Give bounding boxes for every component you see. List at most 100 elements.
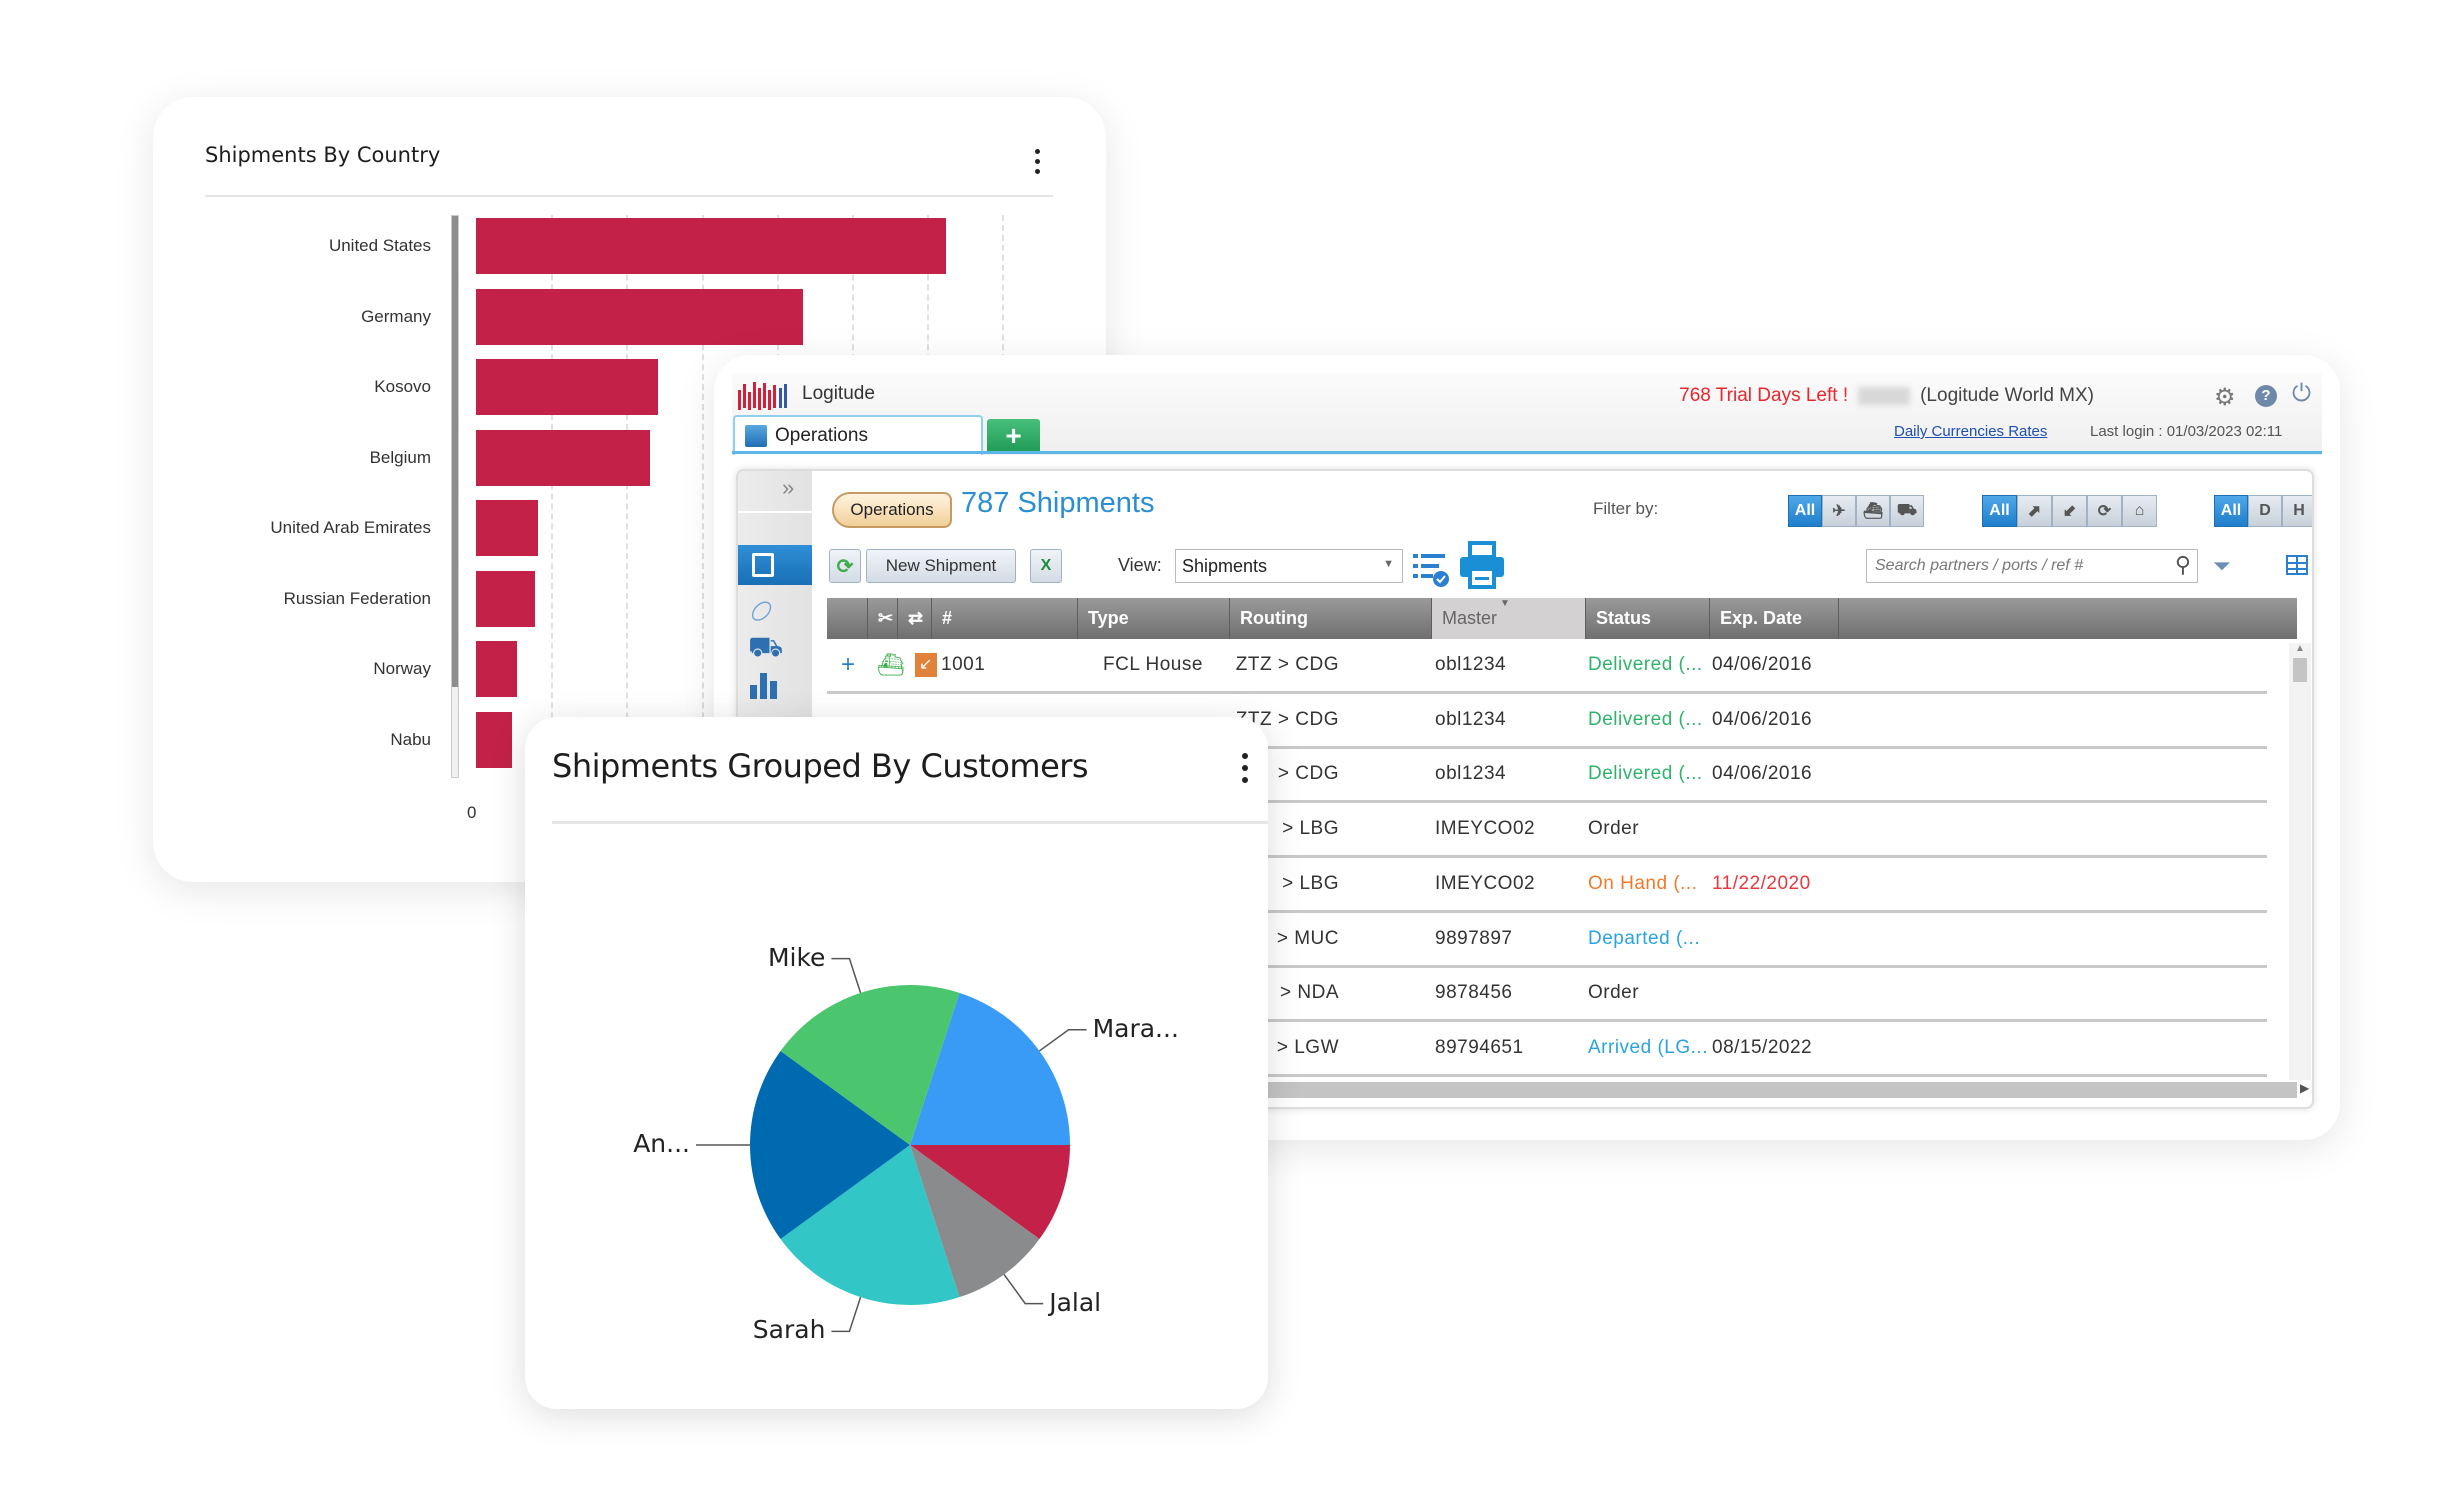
bar-category-label: Belgium xyxy=(369,447,431,467)
master-ref: 9878456 xyxy=(1435,982,1513,1004)
column-chooser-icon[interactable] xyxy=(1411,551,1451,589)
search-icon[interactable]: ⚲ xyxy=(2175,552,2191,578)
axis-scrollbar[interactable] xyxy=(451,215,459,778)
shipment-status: Departed (... xyxy=(1588,927,1701,949)
routing: ZTZ > CDG xyxy=(1235,654,1339,675)
pie-slice-label: An... xyxy=(633,1129,690,1158)
gear-icon[interactable]: ⚙ xyxy=(2214,383,2236,412)
trial-banner: 768 Trial Days Left ! (Logitude World MX… xyxy=(1679,385,2094,407)
bar[interactable] xyxy=(476,359,658,415)
company-name: (Logitude World MX) xyxy=(1920,385,2094,406)
bar-labels: United States Germany Kosovo Belgium United … xyxy=(153,97,431,882)
x-tick-label: 0 xyxy=(467,803,477,822)
transfer-column-icon[interactable]: ⇄ xyxy=(897,598,931,639)
column-header-master[interactable]: Master ▼ xyxy=(1431,598,1585,639)
ocean-filter-icon[interactable]: ⛴ xyxy=(1856,495,1890,527)
chevron-down-icon: ▼ xyxy=(1383,558,1394,570)
power-icon[interactable]: ⏻ xyxy=(2292,380,2311,408)
exp-date: 08/15/2022 xyxy=(1712,1036,1813,1058)
new-shipment-button[interactable]: New Shipment xyxy=(866,549,1016,583)
bar[interactable] xyxy=(476,429,650,486)
filter-mode-all[interactable]: All xyxy=(1788,495,1822,527)
truck-icon[interactable]: ⛟ xyxy=(748,631,783,667)
excel-icon: X xyxy=(1040,557,1052,574)
filter-icon[interactable]: ⏷ xyxy=(2213,553,2231,579)
air-filter-icon[interactable]: ✈ xyxy=(1822,495,1856,527)
tab-operations[interactable]: Operations xyxy=(733,415,983,455)
tab-label: Operations xyxy=(775,425,868,446)
bar[interactable] xyxy=(476,711,513,768)
blurred-username xyxy=(1858,387,1911,405)
column-header-filler xyxy=(1838,598,2297,639)
tag-icon[interactable]: ⬭ xyxy=(742,591,782,631)
filter-type-d[interactable]: D xyxy=(2248,495,2282,527)
bar-category-label: Germany xyxy=(361,306,431,326)
add-tab-button[interactable]: + xyxy=(987,419,1040,453)
help-icon[interactable]: ? xyxy=(2255,385,2277,407)
bar-category-label: Russian Federation xyxy=(283,588,431,608)
column-header-routing[interactable]: Routing xyxy=(1229,598,1431,639)
expand-icon[interactable]: » xyxy=(782,475,794,501)
pie-leader-line xyxy=(1039,1029,1087,1052)
column-header-status[interactable]: Status xyxy=(1585,598,1709,639)
exp-date: 04/06/2016 xyxy=(1712,708,1813,730)
refresh-icon: ⟳ xyxy=(836,555,854,578)
shipment-status: Delivered (... xyxy=(1588,763,1703,785)
bar[interactable] xyxy=(476,641,517,697)
export-filter-icon[interactable]: ⬈ xyxy=(2017,495,2052,527)
filter-type-all[interactable]: All xyxy=(2214,495,2248,527)
master-ref: 9897897 xyxy=(1435,927,1513,949)
edit-icon[interactable]: ↙ xyxy=(915,639,937,691)
vertical-scrollbar[interactable]: ▲ xyxy=(2289,643,2311,1080)
bar-category-label: Nabu xyxy=(390,729,431,749)
column-header-exp-date[interactable]: Exp. Date xyxy=(1709,598,1838,639)
export-excel-button[interactable]: X xyxy=(1030,549,1062,583)
scroll-thumb[interactable] xyxy=(2293,658,2307,682)
grid-layout-icon[interactable] xyxy=(2286,555,2308,575)
exp-date: 11/22/2020 xyxy=(1712,872,1811,894)
filter-type-h[interactable]: H xyxy=(2282,495,2312,527)
column-header-master-label: Master xyxy=(1442,608,1498,628)
print-icon[interactable] xyxy=(1458,541,1506,589)
shipment-status: Delivered (... xyxy=(1588,708,1703,730)
cross-filter-icon[interactable]: ⟳ xyxy=(2087,495,2122,527)
bar[interactable] xyxy=(476,218,946,274)
column-header-number[interactable]: # xyxy=(931,598,1077,639)
view-select[interactable]: Shipments ▼ xyxy=(1175,549,1403,583)
exp-date: 04/06/2016 xyxy=(1712,654,1813,675)
chart-icon[interactable] xyxy=(750,671,777,699)
side-nav-item-shipments[interactable] xyxy=(738,545,812,585)
bar-category-label: Norway xyxy=(373,659,431,678)
bar[interactable] xyxy=(476,570,536,627)
scroll-right-icon[interactable]: ▶ xyxy=(2300,1081,2309,1095)
operations-tab-icon xyxy=(745,425,767,447)
bar[interactable] xyxy=(476,288,804,345)
search-input[interactable]: Search partners / ports / ref # ⚲ xyxy=(1866,549,2198,583)
master-ref: IMEYCO02 xyxy=(1435,872,1536,894)
tab-bar-line xyxy=(732,451,2322,454)
shipment-status: On Hand (... xyxy=(1588,872,1698,894)
filter-dir-all[interactable]: All xyxy=(1982,495,2017,527)
page-title: 787 Shipments xyxy=(961,487,1155,519)
shipment-status: Order xyxy=(1588,982,1640,1004)
exp-date: 04/06/2016 xyxy=(1712,763,1813,785)
land-filter-icon[interactable]: ⛟ xyxy=(1890,495,1924,527)
logitude-logo xyxy=(736,380,796,412)
column-header-type[interactable]: Type xyxy=(1077,598,1229,639)
expand-row-icon[interactable]: + xyxy=(841,639,856,691)
breadcrumb-operations[interactable]: Operations xyxy=(832,492,952,528)
pie-slice-label: Mara... xyxy=(1092,1013,1179,1043)
pie-leader-line xyxy=(831,957,862,994)
sort-icon: ▼ xyxy=(1500,598,1510,609)
table-row[interactable]: + ⛴ ↙ 1001 FCL House obl1234 Delivered (... 04/… xyxy=(827,639,2267,694)
last-login: Last login : 01/03/2023 02:11 xyxy=(2090,423,2283,440)
import-filter-icon[interactable]: ⬋ xyxy=(2052,495,2087,527)
attach-column-icon[interactable]: ✂ xyxy=(867,598,897,639)
daily-currencies-link[interactable]: Daily Currencies Rates xyxy=(1894,423,2047,440)
bar[interactable] xyxy=(476,500,539,556)
domestic-filter-icon[interactable]: ⌂ xyxy=(2122,495,2157,527)
shipment-number: 1001 xyxy=(941,654,986,675)
scroll-up-icon[interactable]: ▲ xyxy=(2289,643,2311,654)
search-placeholder: Search partners / ports / ref # xyxy=(1875,557,2084,574)
refresh-button[interactable]: ⟳ xyxy=(829,549,861,583)
